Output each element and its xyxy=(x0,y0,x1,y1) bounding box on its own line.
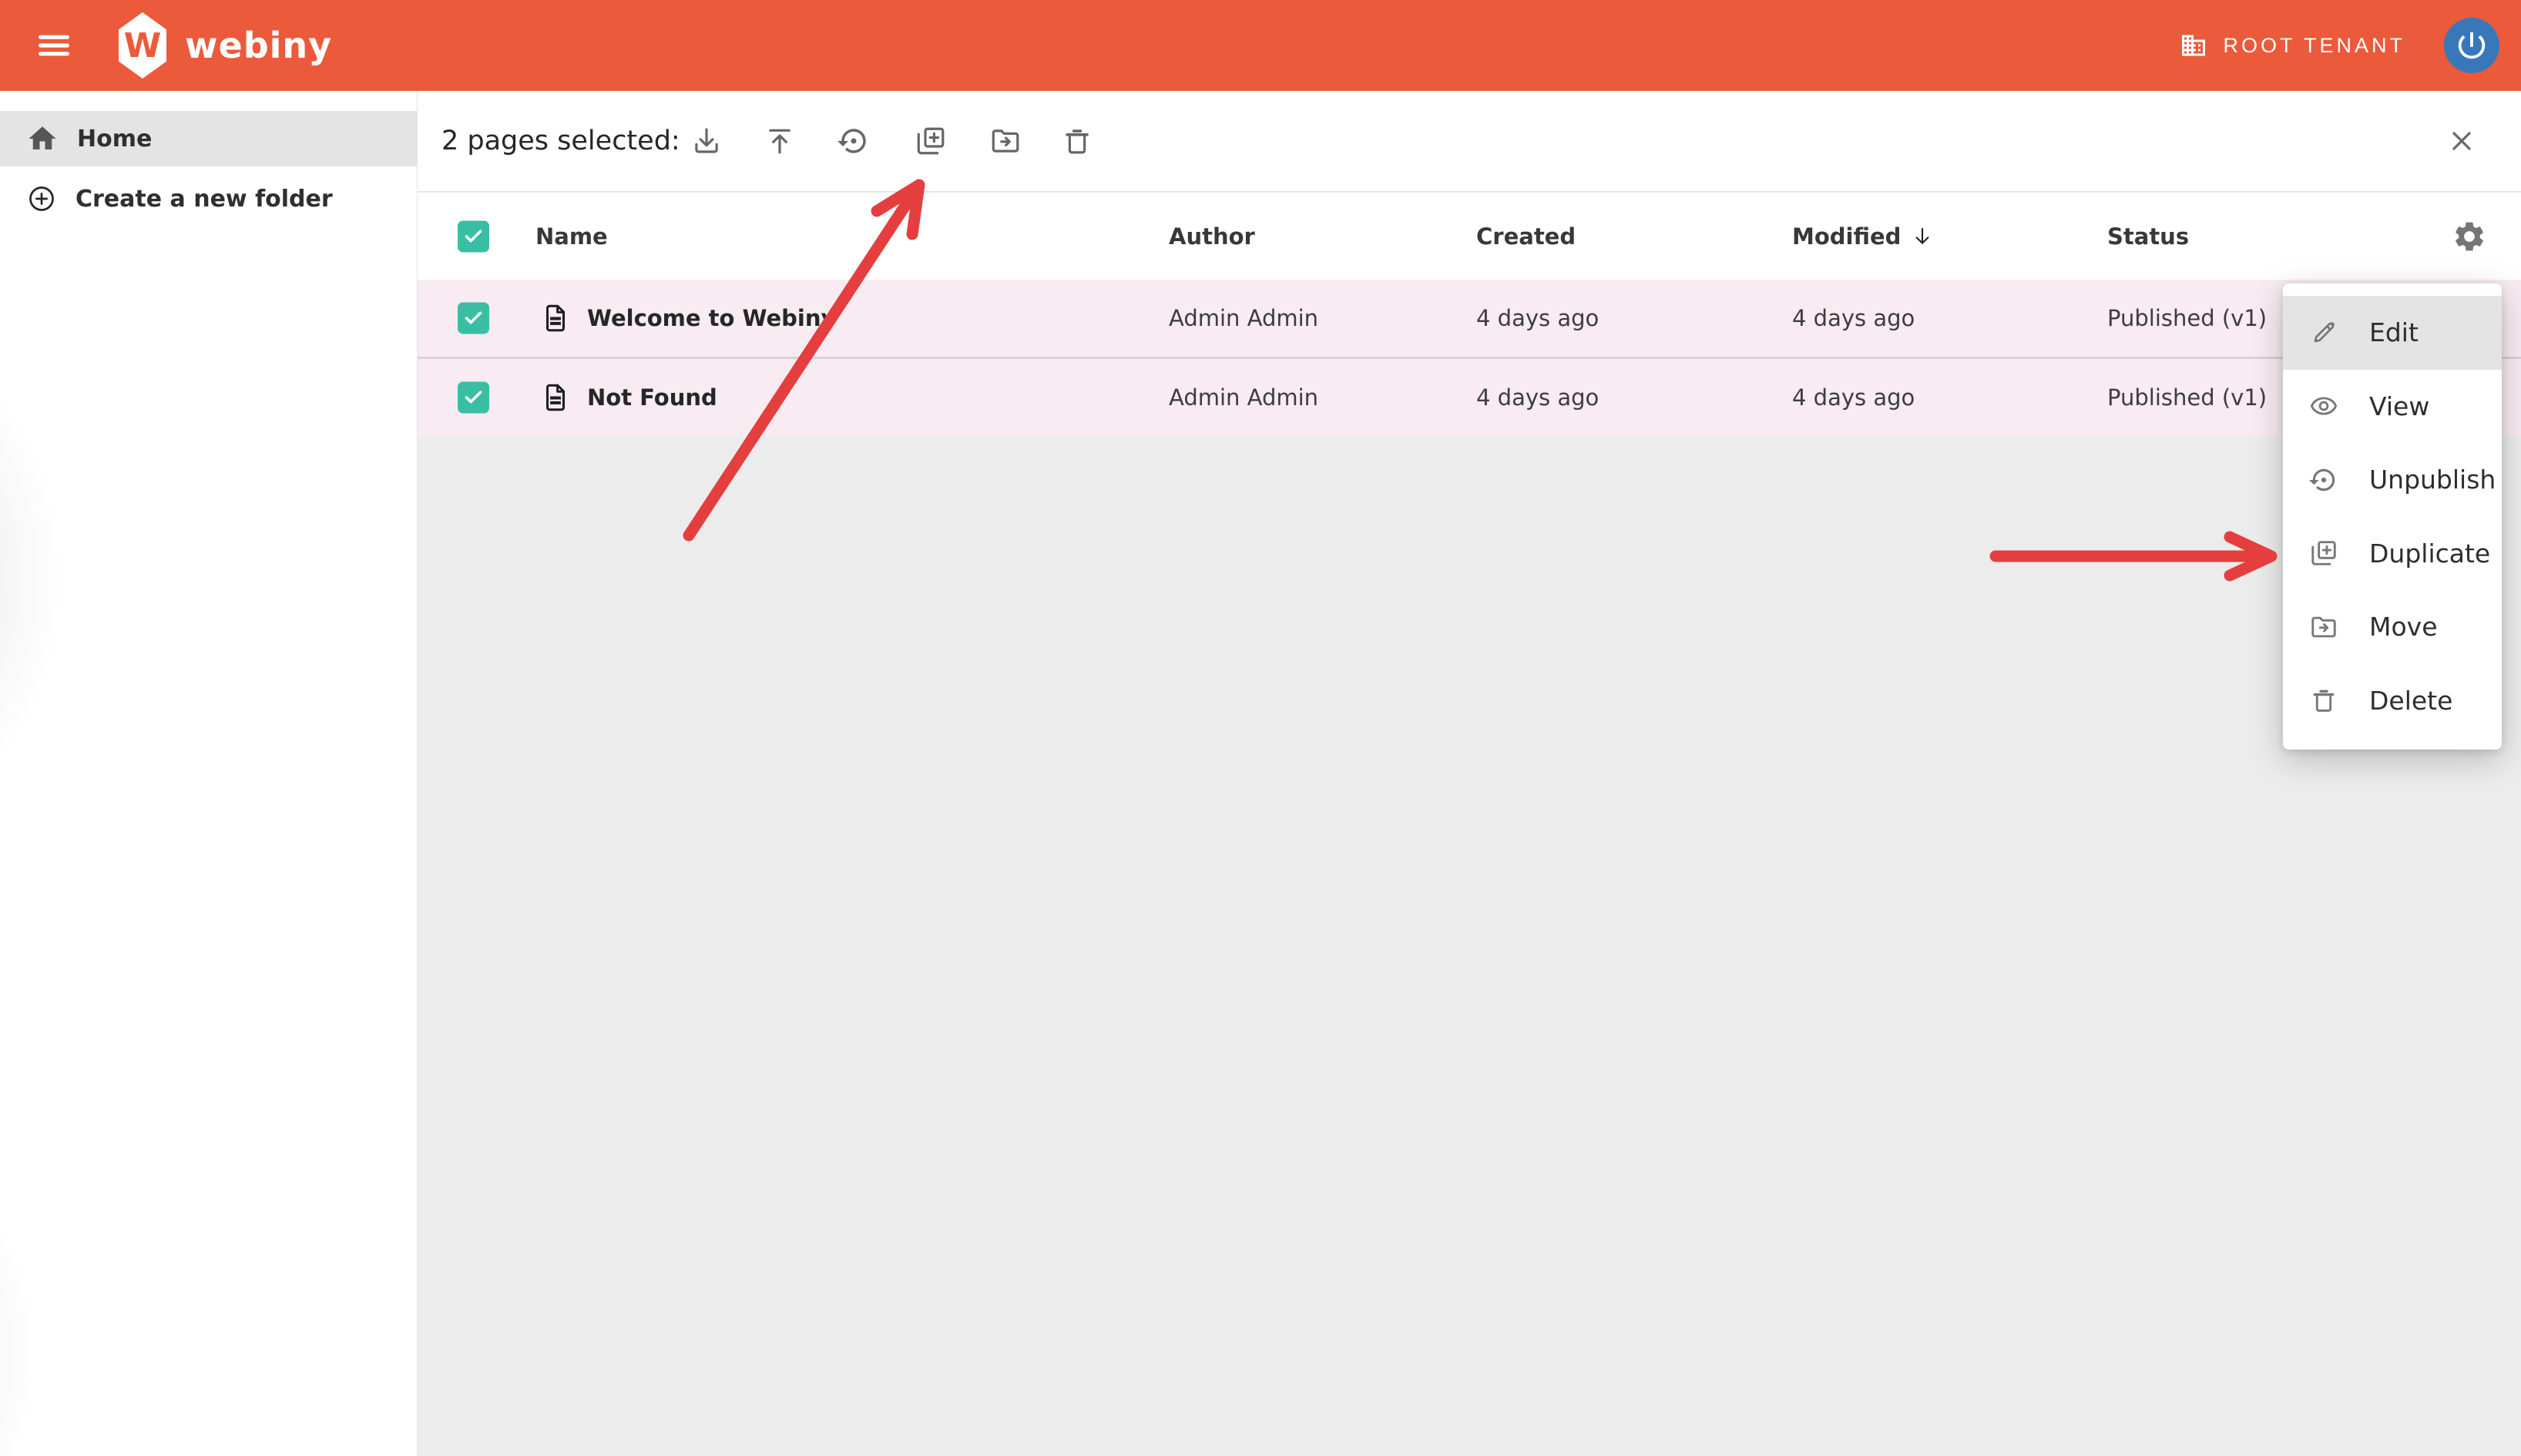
menu-item-label: Delete xyxy=(2369,686,2452,716)
menu-item-label: Duplicate xyxy=(2369,538,2490,569)
row-checkbox[interactable] xyxy=(458,382,489,414)
table-row[interactable]: Welcome to Webiny Admin Admin 4 days ago… xyxy=(418,280,2521,357)
row-checkbox[interactable] xyxy=(458,303,489,334)
menu-item-delete[interactable]: Delete xyxy=(2283,664,2502,738)
column-header-modified[interactable]: Modified xyxy=(1792,223,1935,250)
check-icon xyxy=(463,387,484,408)
publish-button[interactable] xyxy=(758,119,801,163)
menu-item-label: Move xyxy=(2369,612,2438,642)
page-modified: 4 days ago xyxy=(1792,305,1915,331)
webiny-hexagon-icon: W xyxy=(119,12,166,79)
eye-icon xyxy=(2309,391,2338,421)
select-all-checkbox[interactable] xyxy=(458,220,489,252)
duplicate-button[interactable] xyxy=(909,119,952,163)
page-status: Published (v1) xyxy=(2107,384,2267,411)
webiny-admin-screen: W webiny ROOT TENANT Home Create a xyxy=(0,0,2521,1456)
plus-circle-icon xyxy=(26,183,57,214)
page-modified: 4 days ago xyxy=(1792,384,1915,411)
check-icon xyxy=(463,226,484,247)
tenant-selector[interactable]: ROOT TENANT xyxy=(2175,31,2410,60)
column-header-status[interactable]: Status xyxy=(2107,223,2189,250)
create-folder-label: Create a new folder xyxy=(76,186,333,213)
unpublish-icon xyxy=(2309,465,2338,495)
page-author: Admin Admin xyxy=(1169,384,1318,411)
page-status: Published (v1) xyxy=(2107,305,2267,331)
close-selection-button[interactable] xyxy=(2440,119,2483,163)
menu-item-move[interactable]: Move xyxy=(2283,590,2502,664)
page-document-icon xyxy=(539,300,572,337)
duplicate-icon xyxy=(2309,538,2338,568)
table-header-row: Name Author Created Modified Status xyxy=(418,193,2521,280)
move-icon xyxy=(989,125,1022,157)
hamburger-icon xyxy=(34,25,74,65)
menu-item-label: Edit xyxy=(2369,317,2419,347)
column-settings-button[interactable] xyxy=(2452,219,2487,254)
menu-item-duplicate[interactable]: Duplicate xyxy=(2283,517,2502,591)
column-header-author[interactable]: Author xyxy=(1169,223,1255,250)
user-avatar[interactable] xyxy=(2444,18,2499,73)
row-actions-context-menu: Edit View Unpublish Duplicate Move xyxy=(2283,283,2502,750)
check-icon xyxy=(463,308,484,329)
page-created: 4 days ago xyxy=(1476,305,1599,331)
webiny-logo: W webiny xyxy=(119,12,332,79)
table-body: Welcome to Webiny Admin Admin 4 days ago… xyxy=(418,280,2521,436)
building-icon xyxy=(2180,32,2207,59)
page-author: Admin Admin xyxy=(1169,305,1318,331)
page-created: 4 days ago xyxy=(1476,384,1599,411)
menu-item-edit[interactable]: Edit xyxy=(2283,296,2502,370)
power-icon xyxy=(2454,28,2489,63)
menu-item-label: Unpublish xyxy=(2369,465,2496,495)
duplicate-icon xyxy=(915,125,947,157)
download-icon xyxy=(690,125,723,157)
topbar-right-group: ROOT TENANT xyxy=(2175,18,2499,73)
publish-icon xyxy=(764,125,796,157)
sort-desc-arrow-icon xyxy=(1910,224,1935,249)
page-list-content: 2 pages selected: xyxy=(418,91,2521,1456)
page-name: Not Found xyxy=(587,384,717,411)
page-name: Welcome to Webiny xyxy=(587,305,835,331)
home-icon xyxy=(26,122,59,155)
menu-item-view[interactable]: View xyxy=(2283,370,2502,444)
selection-toolbar: 2 pages selected: xyxy=(418,91,2521,193)
create-folder-button[interactable]: Create a new folder xyxy=(0,171,417,226)
unpublish-button[interactable] xyxy=(832,119,875,163)
unpublish-icon xyxy=(838,125,870,157)
move-icon xyxy=(2309,612,2338,642)
tenant-label: ROOT TENANT xyxy=(2223,34,2405,58)
move-button[interactable] xyxy=(984,119,1027,163)
column-header-name[interactable]: Name xyxy=(535,223,608,250)
menu-item-label: View xyxy=(2369,391,2429,421)
pencil-icon xyxy=(2309,318,2338,347)
column-header-created[interactable]: Created xyxy=(1476,223,1576,250)
close-icon xyxy=(2446,126,2477,156)
brand-wordmark: webiny xyxy=(185,25,332,66)
gear-icon xyxy=(2452,219,2487,254)
delete-button[interactable] xyxy=(1056,119,1099,163)
table-row[interactable]: Not Found Admin Admin 4 days ago 4 days … xyxy=(418,357,2521,436)
delete-icon xyxy=(2309,686,2338,715)
sidebar-item-home[interactable]: Home xyxy=(0,111,417,166)
brand-initial: W xyxy=(124,26,162,65)
page-document-icon xyxy=(539,379,572,416)
download-button[interactable] xyxy=(685,119,728,163)
top-app-bar: W webiny ROOT TENANT xyxy=(0,0,2521,91)
delete-icon xyxy=(1061,125,1093,157)
selection-count-text: 2 pages selected: xyxy=(441,126,680,156)
folders-sidebar: Home Create a new folder xyxy=(0,91,418,1456)
hamburger-menu-button[interactable] xyxy=(34,25,74,65)
menu-item-unpublish[interactable]: Unpublish xyxy=(2283,443,2502,517)
sidebar-item-label: Home xyxy=(77,126,152,153)
column-header-modified-label: Modified xyxy=(1792,223,1901,250)
